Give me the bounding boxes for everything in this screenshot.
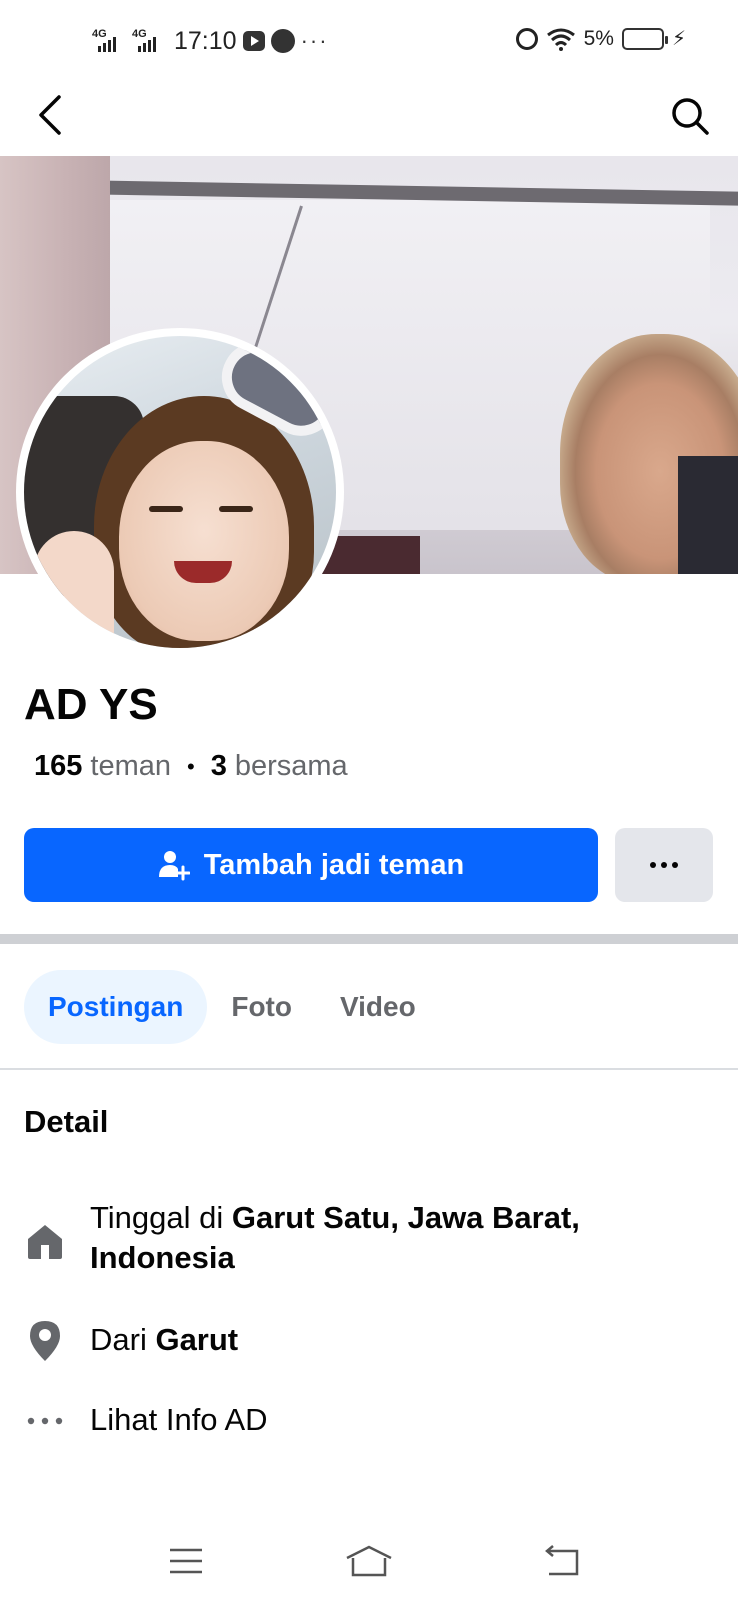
friends-summary[interactable]: 165 teman • 3 bersama <box>34 750 348 783</box>
menu-icon <box>170 1548 202 1574</box>
battery-icon <box>621 27 668 50</box>
profile-picture[interactable] <box>16 328 344 656</box>
system-nav-bar <box>0 1520 738 1600</box>
profile-name: AD YS <box>24 680 158 729</box>
video-app-icon <box>242 31 265 51</box>
search-button[interactable] <box>664 90 716 142</box>
add-friend-label: Tambah jadi teman <box>203 848 465 881</box>
app-notification-icon <box>270 29 295 53</box>
tab-video[interactable]: Video <box>316 970 440 1044</box>
details-heading: Detail <box>24 1104 109 1139</box>
add-friend-icon <box>158 851 190 881</box>
back-button[interactable] <box>28 90 72 140</box>
charging-icon: ⚡ <box>671 28 686 50</box>
separator-dot: • <box>187 753 195 779</box>
tabs-divider <box>0 1068 738 1070</box>
more-dots-icon <box>650 862 678 868</box>
home-outline-icon <box>346 1545 392 1577</box>
home-icon <box>28 1225 62 1259</box>
more-options-button[interactable] <box>615 828 713 902</box>
friends-count: 165 <box>34 750 83 782</box>
wifi-icon <box>546 28 575 51</box>
tab-foto[interactable]: Foto <box>207 970 316 1044</box>
from-prefix: Dari <box>90 1322 156 1357</box>
more-notifications-icon: ··· <box>300 28 329 53</box>
add-friend-button[interactable]: Tambah jadi teman <box>24 828 598 902</box>
tab-postingan[interactable]: Postingan <box>24 970 208 1044</box>
search-icon <box>672 98 709 135</box>
signal-icon: 4G <box>132 28 166 54</box>
signal-icon: 4G <box>92 28 126 54</box>
see-info-label: Lihat Info AD <box>90 1402 268 1437</box>
from-place[interactable]: Garut <box>155 1322 238 1357</box>
back-arrow-icon <box>545 1545 579 1576</box>
status-time: 17:10 <box>174 26 237 55</box>
section-divider <box>0 934 738 944</box>
lives-prefix: Tinggal di <box>90 1200 232 1235</box>
top-app-bar <box>0 80 738 156</box>
home-button[interactable] <box>339 1538 399 1584</box>
back-nav-button[interactable] <box>533 1538 593 1584</box>
mutual-label: bersama <box>234 750 348 782</box>
mutual-count: 3 <box>210 750 227 782</box>
detail-from: Dari Garut <box>24 1320 650 1362</box>
alarm-icon <box>515 27 538 50</box>
more-dots-icon <box>27 1417 63 1425</box>
location-pin-icon <box>30 1321 60 1361</box>
see-info-link[interactable]: Lihat Info AD <box>24 1400 650 1442</box>
profile-tabs: Postingan Foto Video <box>24 970 440 1044</box>
friends-label: teman <box>90 750 171 782</box>
detail-lives-in: Tinggal di Garut Satu, Jawa Barat, Indon… <box>24 1198 650 1278</box>
chevron-left-icon <box>39 95 61 135</box>
recent-apps-button[interactable] <box>156 1538 216 1584</box>
battery-percent: 5% <box>583 26 614 50</box>
status-bar: 4G 4G 17:10 ··· 5% ⚡ <box>0 0 738 80</box>
